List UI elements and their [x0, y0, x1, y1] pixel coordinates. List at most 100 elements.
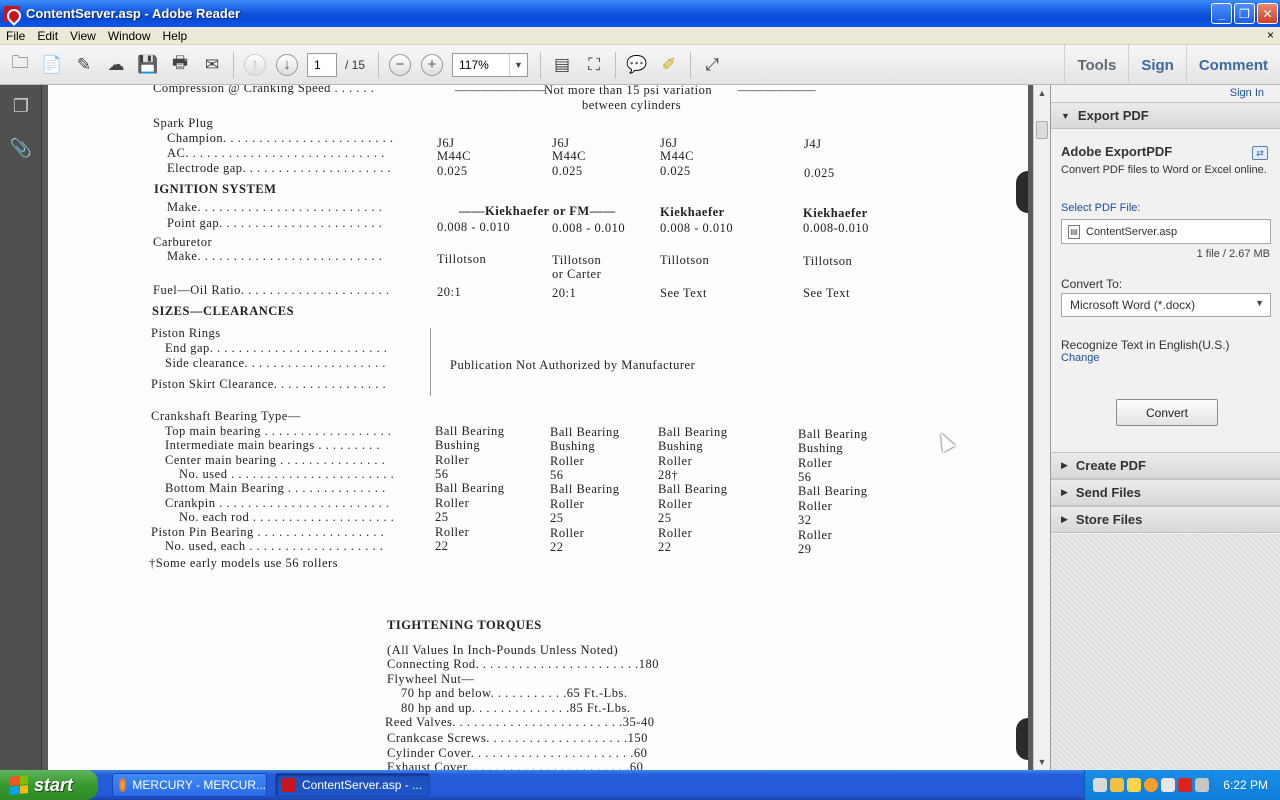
- send-files-header[interactable]: ▶ Send Files: [1051, 479, 1280, 506]
- tools-pane: Sign In ▼ Export PDF Adobe ExportPDF ⇄ C…: [1050, 85, 1280, 770]
- sign-button[interactable]: Sign: [1128, 45, 1186, 85]
- convert-format-select[interactable]: Microsoft Word (*.docx) ▼: [1061, 293, 1271, 317]
- zoom-select[interactable]: 117% ▼: [452, 52, 529, 77]
- ati-icon[interactable]: [1178, 778, 1192, 792]
- doc-text: Make. . . . . . . . . . . . . . . . . . …: [167, 200, 383, 214]
- minimize-button[interactable]: _: [1211, 3, 1232, 24]
- menu-edit[interactable]: Edit: [31, 29, 64, 43]
- selected-file-field[interactable]: ▤ ContentServer.asp: [1061, 219, 1271, 244]
- convert-button[interactable]: Convert: [1116, 399, 1218, 426]
- toolbar-divider: [540, 51, 542, 78]
- doc-heading: IGNITION SYSTEM: [154, 182, 277, 196]
- maximize-button[interactable]: ❐: [1234, 3, 1255, 24]
- export-pdf-header[interactable]: ▼ Export PDF: [1051, 102, 1280, 129]
- bearing-value: Roller: [550, 497, 585, 511]
- document-close-icon[interactable]: ×: [1267, 28, 1274, 42]
- previous-page-icon[interactable]: ↑: [244, 53, 266, 76]
- page-number-input[interactable]: 1: [307, 52, 337, 77]
- create-pdf-header[interactable]: ▶ Create PDF: [1051, 452, 1280, 479]
- menu-file[interactable]: File: [0, 29, 31, 43]
- scroll-thumb[interactable]: [1036, 121, 1048, 139]
- attachments-icon[interactable]: 📎: [0, 127, 42, 169]
- sign-in-link[interactable]: Sign In: [1230, 87, 1264, 99]
- torque-line: Exhaust Cover. . . . . . . . . . . . . .…: [387, 760, 644, 770]
- doc-text: Crankshaft Bearing Type—: [151, 409, 301, 423]
- zoom-out-icon[interactable]: −: [389, 53, 412, 76]
- menu-bar: File Edit View Window Help ×: [0, 27, 1280, 45]
- speaker-icon[interactable]: [1093, 778, 1107, 792]
- next-page-icon[interactable]: ↓: [276, 53, 298, 76]
- doc-text: Kiekhaefer: [803, 206, 868, 220]
- scroll-down-icon[interactable]: ▼: [1034, 754, 1050, 770]
- bearing-value: Roller: [435, 453, 470, 467]
- triangle-right-icon: ▶: [1061, 460, 1068, 470]
- highlight-icon[interactable]: ✐: [655, 51, 683, 79]
- save-icon[interactable]: 💾: [134, 51, 162, 79]
- bearing-value: Roller: [435, 496, 470, 510]
- tools-button[interactable]: Tools: [1064, 45, 1128, 85]
- scroll-up-icon[interactable]: ▲: [1034, 85, 1050, 101]
- doc-text: Compression @ Cranking Speed . . . . . .: [153, 85, 375, 95]
- menu-help[interactable]: Help: [157, 29, 194, 43]
- doc-text: Tillotson: [552, 253, 602, 267]
- export-title: Adobe ExportPDF: [1061, 144, 1173, 159]
- open-file-icon[interactable]: 🗀: [6, 51, 34, 79]
- email-icon[interactable]: ✉: [198, 51, 226, 79]
- security-icon[interactable]: [1127, 778, 1141, 792]
- taskbar-item-firefox[interactable]: MERCURY - MERCUR...: [112, 773, 267, 797]
- navigation-pane: ❐ 📎: [0, 85, 42, 770]
- monitor-icon[interactable]: [1195, 778, 1209, 792]
- store-files-header[interactable]: ▶ Store Files: [1051, 506, 1280, 533]
- recognize-text-label: Recognize Text in English(U.S.): [1061, 338, 1230, 352]
- doc-heading: TIGHTENING TORQUES: [387, 618, 542, 632]
- change-language-link[interactable]: Change: [1061, 352, 1100, 364]
- edit-pdf-icon[interactable]: ✎: [70, 51, 98, 79]
- start-button[interactable]: start: [0, 770, 98, 800]
- network-icon[interactable]: [1110, 778, 1124, 792]
- update-icon[interactable]: [1144, 778, 1158, 792]
- bearing-value: 22: [658, 540, 672, 554]
- doc-text: 0.025: [437, 164, 468, 178]
- chevron-down-icon[interactable]: ▼: [509, 53, 527, 76]
- bearing-value: 56: [435, 467, 449, 481]
- full-screen-icon[interactable]: ⤢: [698, 51, 726, 79]
- bearing-value: 28†: [658, 468, 679, 482]
- bearing-value: 32: [798, 513, 812, 527]
- taskbar-item-reader[interactable]: ContentServer.asp - ...: [275, 773, 430, 797]
- close-button[interactable]: ✕: [1257, 3, 1278, 24]
- doc-text: Carburetor: [153, 235, 213, 249]
- doc-text: End gap. . . . . . . . . . . . . . . . .…: [165, 341, 388, 355]
- document-viewport[interactable]: Compression @ Cranking Speed . . . . . .…: [42, 85, 1033, 770]
- print-icon[interactable]: 🖶: [166, 51, 194, 79]
- comment-button[interactable]: Comment: [1185, 45, 1280, 85]
- doc-text: AC. . . . . . . . . . . . . . . . . . . …: [167, 146, 385, 160]
- upload-cloud-icon[interactable]: ☁: [102, 51, 130, 79]
- bearing-value: Roller: [658, 497, 693, 511]
- bearing-value: 25: [658, 511, 672, 525]
- menu-window[interactable]: Window: [102, 29, 157, 43]
- doc-text: 20:1: [552, 286, 577, 300]
- fit-page-icon[interactable]: ▤: [548, 51, 576, 79]
- task-label: MERCURY - MERCUR...: [132, 778, 266, 792]
- zoom-in-icon[interactable]: +: [421, 53, 444, 76]
- doc-text: Champion. . . . . . . . . . . . . . . . …: [167, 131, 394, 145]
- send-files-label: Send Files: [1075, 485, 1141, 500]
- bearing-value: Bushing: [550, 439, 596, 453]
- bearing-value: Bushing: [658, 439, 704, 453]
- create-pdf-icon[interactable]: 📄: [38, 51, 66, 79]
- doc-text: Fuel—Oil Ratio. . . . . . . . . . . . . …: [153, 283, 390, 297]
- torque-line: Flywheel Nut—: [387, 672, 475, 686]
- shield-icon[interactable]: [1161, 778, 1175, 792]
- page-thumbnails-icon[interactable]: ❐: [0, 85, 42, 127]
- doc-text: 0.008 - 0.010: [437, 220, 511, 234]
- torque-line: Cylinder Cover. . . . . . . . . . . . . …: [387, 746, 648, 760]
- create-pdf-label: Create PDF: [1075, 458, 1146, 473]
- torque-line: (All Values In Inch-Pounds Unless Noted): [387, 643, 619, 657]
- file-icon: ▤: [1068, 225, 1080, 239]
- system-tray: 6:22 PM: [1084, 770, 1280, 800]
- select-file-label: Select PDF File:: [1061, 202, 1141, 214]
- menu-view[interactable]: View: [64, 29, 102, 43]
- vertical-scrollbar[interactable]: ▲ ▼: [1033, 85, 1050, 770]
- fit-width-icon[interactable]: ⛶: [580, 51, 608, 79]
- comment-bubble-icon[interactable]: 💬: [623, 51, 651, 79]
